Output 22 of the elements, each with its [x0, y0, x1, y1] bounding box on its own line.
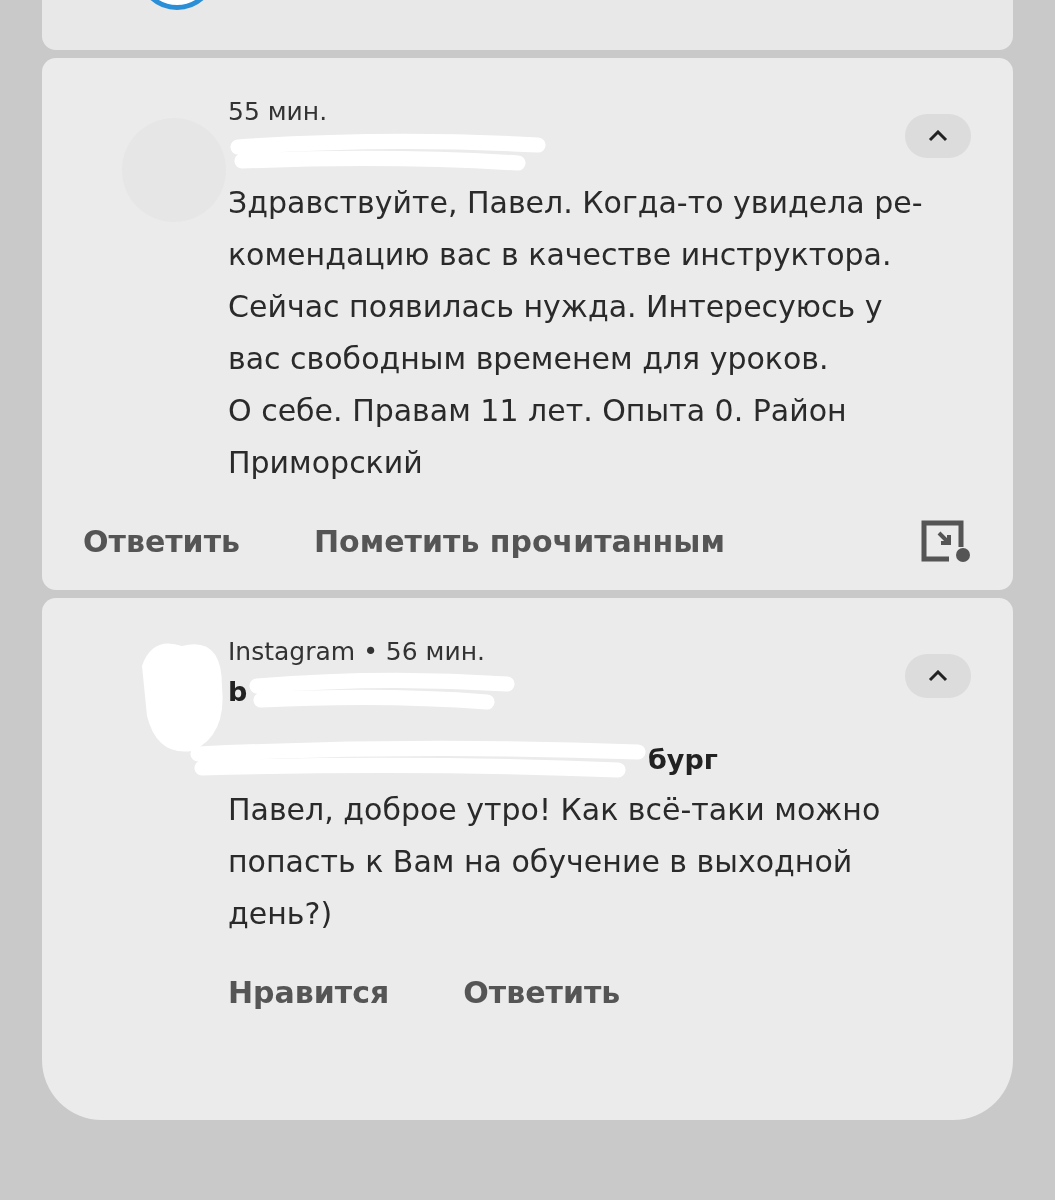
- message-line: Приморский: [228, 443, 424, 482]
- message-line: Здравствуйте, Павел. Когда-то увидела ре-: [228, 183, 924, 222]
- message-line: О себе. Правам 11 лет. Опыта 0. Район: [228, 391, 848, 430]
- message-line: Сейчас появилась нужда. Интересуюсь у: [228, 287, 884, 326]
- chevron-up-icon: [928, 669, 948, 682]
- action-button[interactable]: Пометить прочитанным: [314, 518, 725, 564]
- notification-meta: 55 мин.: [228, 96, 329, 128]
- collapse-button[interactable]: [905, 653, 971, 698]
- message-line: попасть к Вам на обучение в выходной: [228, 843, 854, 881]
- message-line: вас свободным временем для уроков.: [228, 339, 830, 378]
- action-button[interactable]: Ответить: [463, 970, 621, 1015]
- collapse-button[interactable]: [905, 114, 971, 158]
- chevron-up-icon: [928, 130, 948, 142]
- notification-meta: Instagram • 56 мин.: [228, 635, 486, 668]
- conversation-title: бург: [648, 742, 718, 777]
- action-button[interactable]: Нравится: [228, 970, 390, 1015]
- message-line: день?): [228, 895, 334, 933]
- message-line: Павел, доброе утро! Как всё-таки можно: [228, 791, 882, 829]
- sender-name: b: [228, 674, 248, 709]
- action-button[interactable]: Ответить: [83, 518, 240, 564]
- picture-in-picture-icon[interactable]: [921, 519, 973, 563]
- message-line: комендацию вас в качестве инструктора.: [228, 235, 893, 274]
